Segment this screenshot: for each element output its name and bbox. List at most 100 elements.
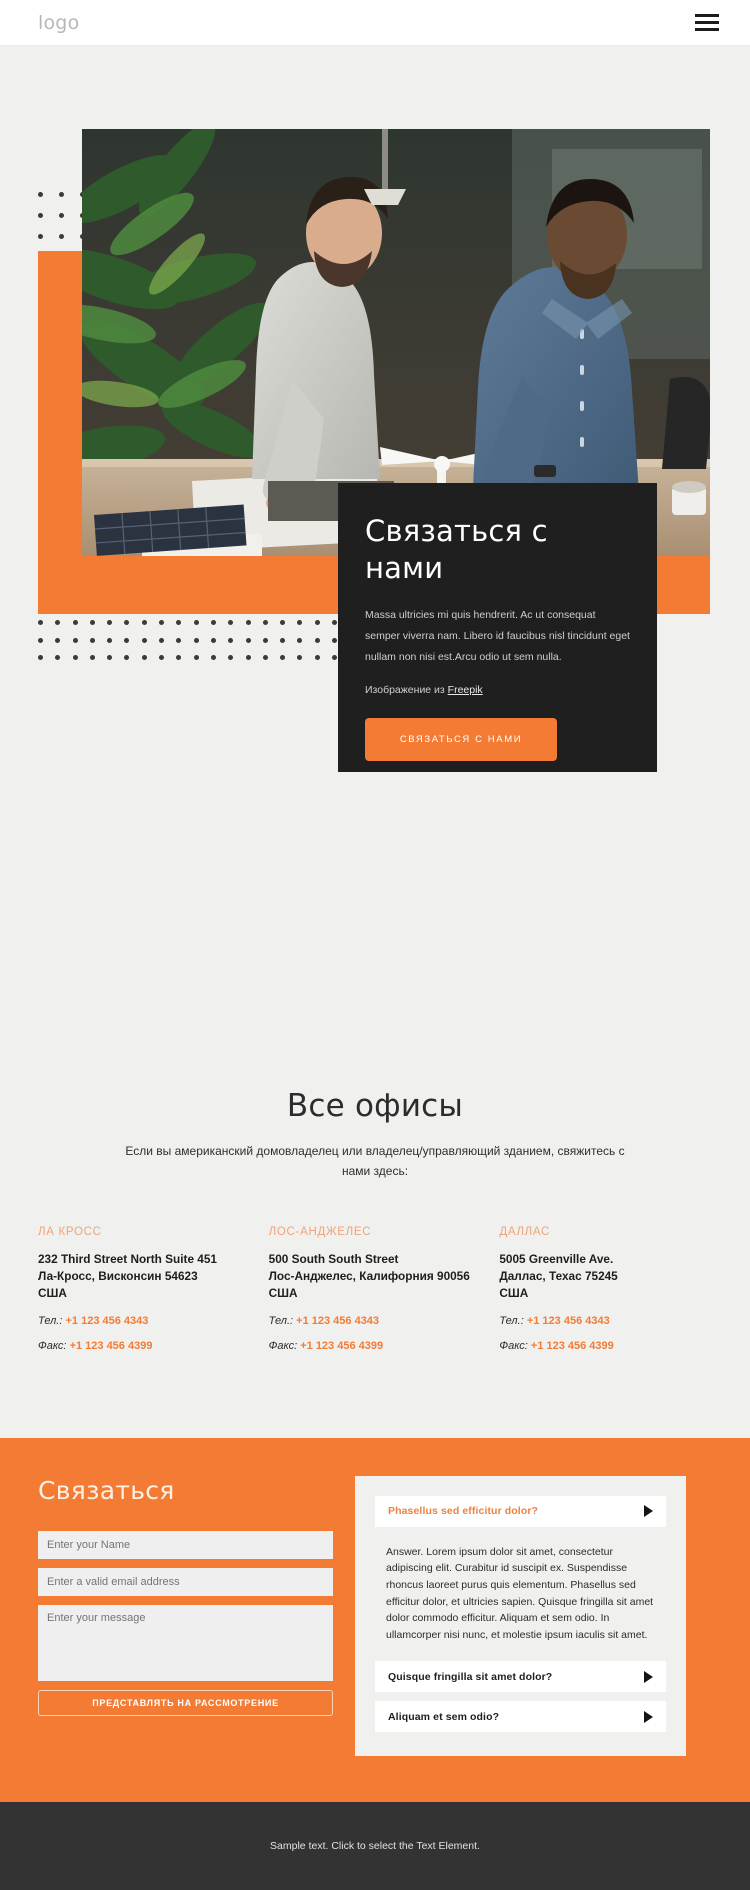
site-header: logo	[0, 0, 750, 46]
office-phone-row: Тел.: +1 123 456 4343	[38, 1315, 251, 1327]
decorative-dot	[228, 649, 245, 667]
decorative-dot	[159, 632, 176, 650]
decorative-dot	[210, 649, 228, 667]
chevron-right-icon	[644, 1505, 653, 1518]
decorative-dot	[59, 207, 80, 228]
office-fax-value[interactable]: +1 123 456 4399	[70, 1340, 153, 1352]
office-phone-value[interactable]: +1 123 456 4343	[527, 1315, 610, 1327]
office-fax-value[interactable]: +1 123 456 4399	[531, 1340, 614, 1352]
decorative-dot	[55, 632, 72, 650]
decorative-dot	[176, 649, 193, 667]
footer-text[interactable]: Sample text. Click to select the Text El…	[270, 1840, 480, 1852]
decorative-dot	[280, 649, 297, 667]
burger-bar-2	[695, 21, 719, 24]
contact-form-section: Связаться ПРЕДСТАВЛЯТЬ НА РАССМОТРЕНИЕ P…	[0, 1437, 750, 1803]
decorative-dot	[245, 632, 263, 650]
decorative-dot	[176, 614, 193, 632]
faq-item-header[interactable]: Quisque fringilla sit amet dolor?	[375, 1661, 666, 1693]
faq-accordion: Phasellus sed efficitur dolor? Answer. L…	[355, 1475, 686, 1757]
office-name: ЛА КРОСС	[38, 1225, 102, 1238]
image-credit-prefix: Изображение из	[365, 684, 448, 697]
office-address: 5005 Greenville Ave. Даллас, Техас 75245…	[499, 1251, 712, 1302]
faq-item-header[interactable]: Aliquam et sem odio?	[375, 1701, 666, 1733]
contact-card-title: Связаться с нами	[365, 514, 548, 586]
office-card: ЛА КРОСС 232 Third Street North Suite 45…	[38, 1226, 251, 1352]
contact-form-title: Связаться	[38, 1475, 175, 1505]
decorative-dot	[107, 614, 124, 632]
email-input[interactable]	[38, 1567, 333, 1596]
decorative-dot	[262, 649, 280, 667]
decorative-dot	[38, 614, 55, 632]
faq-answer: Answer. Lorem ipsum dolor sit amet, cons…	[386, 1545, 654, 1641]
office-address-line1: 232 Third Street North Suite 451	[38, 1251, 217, 1266]
office-fax-label: Факс:	[268, 1339, 298, 1352]
office-phone-value[interactable]: +1 123 456 4343	[296, 1315, 379, 1327]
faq-question: Quisque fringilla sit amet dolor?	[388, 1670, 553, 1683]
decorative-dot	[38, 207, 59, 228]
decorative-dot	[89, 614, 107, 632]
name-input[interactable]	[38, 1530, 333, 1559]
decorative-dot	[38, 649, 55, 667]
decorative-dot	[228, 632, 245, 650]
decorative-dot	[38, 632, 55, 650]
decorative-dot	[72, 632, 90, 650]
contact-us-button[interactable]: СВЯЗАТЬСЯ С НАМИ	[365, 718, 557, 762]
decorative-dot	[228, 614, 245, 632]
decorative-dot	[210, 632, 228, 650]
offices-subtitle: Если вы американский домовладелец или вл…	[125, 1144, 625, 1178]
office-card: ЛОС-АНДЖЕЛЕС 500 South South Street Лос-…	[269, 1226, 482, 1352]
decorative-dot-grid-bottom	[38, 614, 349, 667]
decorative-dot	[124, 632, 141, 650]
office-address-line2: Ла-Кросс, Висконсин 54623	[38, 1268, 198, 1283]
faq-question: Phasellus sed efficitur dolor?	[388, 1505, 539, 1518]
decorative-dot	[314, 649, 332, 667]
decorative-dot	[124, 614, 141, 632]
office-address-line1: 500 South South Street	[268, 1251, 399, 1266]
decorative-dot	[245, 649, 263, 667]
office-address-line3: США	[499, 1285, 529, 1300]
decorative-dot	[297, 649, 314, 667]
faq-item-header[interactable]: Phasellus sed efficitur dolor?	[375, 1495, 666, 1527]
submit-button[interactable]: ПРЕДСТАВЛЯТЬ НА РАССМОТРЕНИЕ	[38, 1689, 333, 1716]
decorative-dot	[141, 632, 159, 650]
decorative-dot	[124, 649, 141, 667]
freepik-link[interactable]: Freepik	[448, 684, 483, 696]
decorative-dot	[59, 186, 80, 207]
office-phone-value[interactable]: +1 123 456 4343	[66, 1315, 149, 1327]
decorative-dot	[193, 632, 211, 650]
office-fax-row: Факс: +1 123 456 4399	[269, 1340, 482, 1352]
offices-title: Все офисы	[286, 1088, 464, 1124]
office-address: 232 Third Street North Suite 451 Ла-Крос…	[38, 1251, 251, 1302]
decorative-dot	[176, 632, 193, 650]
decorative-dot	[193, 649, 211, 667]
office-name: ДАЛЛАС	[499, 1225, 551, 1238]
decorative-dot	[314, 632, 332, 650]
office-phone-row: Тел.: +1 123 456 4343	[269, 1315, 482, 1327]
contact-card-body: Massa ultricies mi quis hendrerit. Ac ut…	[365, 609, 630, 664]
decorative-dot	[72, 614, 90, 632]
office-fax-row: Факс: +1 123 456 4399	[38, 1340, 251, 1352]
office-phone-row: Тел.: +1 123 456 4343	[499, 1315, 712, 1327]
message-textarea[interactable]	[38, 1604, 333, 1681]
office-phone-label: Тел.:	[268, 1314, 294, 1327]
decorative-dot	[55, 649, 72, 667]
image-credit: Изображение из Freepik	[365, 684, 630, 696]
decorative-dot	[38, 228, 59, 249]
decorative-dot	[297, 614, 314, 632]
office-address-line2: Даллас, Техас 75245	[499, 1268, 618, 1283]
decorative-dot	[262, 632, 280, 650]
office-fax-value[interactable]: +1 123 456 4399	[300, 1340, 383, 1352]
burger-bar-1	[695, 14, 719, 17]
decorative-dot	[262, 614, 280, 632]
decorative-dot	[72, 649, 90, 667]
office-address-line3: США	[38, 1285, 67, 1300]
decorative-dot	[280, 614, 297, 632]
decorative-dot	[55, 614, 72, 632]
hamburger-menu-icon[interactable]	[695, 13, 721, 33]
decorative-dot	[89, 632, 107, 650]
page-root: logo Связаться с нами Massa ultricies mi…	[0, 0, 750, 1890]
hero-section: Связаться с нами Massa ultricies mi quis…	[0, 46, 750, 1088]
decorative-dot	[89, 649, 107, 667]
office-address-line2: Лос-Анджелес, Калифорния 90056	[268, 1268, 470, 1283]
logo[interactable]: logo	[38, 12, 79, 34]
